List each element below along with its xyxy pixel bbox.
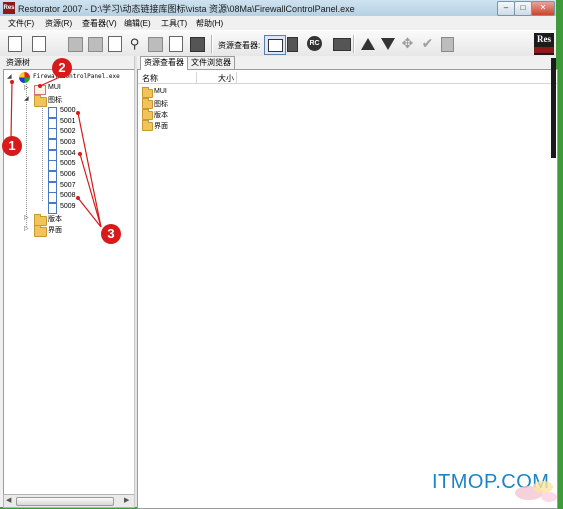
- scroll-right-icon[interactable]: ▶: [124, 496, 129, 504]
- tab-resource-viewer[interactable]: 资源查看器: [140, 56, 188, 70]
- tree-item-5000[interactable]: 5000: [60, 107, 76, 114]
- extract-icon[interactable]: [88, 37, 103, 52]
- scrollbar-thumb[interactable]: [16, 497, 114, 506]
- menu-viewer[interactable]: 查看器(V): [82, 18, 117, 29]
- watermark-decoration: [515, 481, 557, 502]
- minimize-button[interactable]: –: [497, 1, 515, 16]
- folder-icon: [142, 87, 153, 98]
- folder-icon: [142, 109, 153, 120]
- scroll-left-icon[interactable]: ◀: [6, 496, 11, 504]
- toolbar-separator: [353, 35, 355, 53]
- rc-icon[interactable]: RC: [307, 36, 322, 51]
- tab-file-browser[interactable]: 文件浏览器: [187, 56, 235, 69]
- move-up-icon[interactable]: [361, 38, 375, 50]
- menu-bar: 文件(F) 资源(R) 查看器(V) 编辑(E) 工具(T) 帮助(H): [0, 16, 556, 30]
- new-file-icon[interactable]: [8, 36, 22, 52]
- copy-icon[interactable]: [169, 36, 183, 52]
- tree-item-5005[interactable]: 5005: [60, 160, 76, 167]
- folder-icon: [34, 225, 47, 237]
- menu-file[interactable]: 文件(F): [8, 18, 34, 29]
- title-bar: Res Restorator 2007 - D:\学习\动态链接库图标\vist…: [0, 0, 556, 17]
- file-icon: [48, 107, 57, 118]
- search-icon[interactable]: ⚲: [127, 36, 142, 51]
- restorator-logo: Res: [534, 33, 554, 55]
- resource-list[interactable]: 名称 大小 MUI 图标 版本 界面: [137, 69, 558, 509]
- tree-item-5007[interactable]: 5007: [60, 182, 76, 189]
- toolbar-separator: [211, 35, 213, 53]
- tree-item-version[interactable]: 版本: [48, 214, 62, 224]
- close-button[interactable]: ✕: [531, 1, 555, 16]
- menu-resource[interactable]: 资源(R): [45, 18, 72, 29]
- folder-icon: [142, 98, 153, 109]
- tree-item-icons[interactable]: 图标: [48, 95, 62, 105]
- column-divider[interactable]: [196, 72, 197, 83]
- collapse-icon[interactable]: ◢: [7, 73, 12, 80]
- mui-icon: [34, 85, 46, 95]
- tree-horizontal-scrollbar[interactable]: ◀ ▶: [3, 494, 135, 508]
- tree-item-mui[interactable]: MUI: [48, 84, 61, 91]
- viewer-icon[interactable]: [264, 35, 286, 55]
- column-name[interactable]: 名称: [142, 73, 158, 84]
- tree-item-5006[interactable]: 5006: [60, 171, 76, 178]
- tree-item-5001[interactable]: 5001: [60, 118, 76, 125]
- expand-icon[interactable]: ▷: [24, 214, 29, 221]
- tab-bar: 资源查看器 文件浏览器: [137, 56, 556, 70]
- split-icon[interactable]: [287, 37, 298, 52]
- annotation-badge-3: 3: [101, 224, 121, 244]
- tree-item-5004[interactable]: 5004: [60, 150, 76, 157]
- tree-guide: [42, 106, 43, 202]
- tree-item-5008[interactable]: 5008: [60, 192, 76, 199]
- resource-tree-title: 资源树: [6, 58, 30, 67]
- list-header: 名称 大小: [138, 72, 557, 84]
- toolbar: ⚲ 资源查看器: RC ✥ ✔ Res: [0, 30, 556, 58]
- collapse-icon[interactable]: ◢: [24, 95, 29, 102]
- tree-item-5002[interactable]: 5002: [60, 128, 76, 135]
- navigate-icon[interactable]: ✥: [400, 36, 415, 51]
- folder-icon: [142, 120, 153, 131]
- desktop-edge: [551, 58, 556, 158]
- window-title: Restorator 2007 - D:\学习\动态链接库图标\vista 资源…: [18, 4, 355, 14]
- resource-tree[interactable]: ◢ FirewallControlPanel.exe ▷ MUI ◢ 图标 50…: [3, 69, 135, 495]
- file-icon: [48, 203, 57, 214]
- viewer-label: 资源查看器:: [218, 41, 261, 50]
- file-icon: [48, 160, 57, 171]
- column-size[interactable]: 大小: [218, 73, 234, 84]
- book-icon[interactable]: [190, 37, 205, 52]
- move-down-icon[interactable]: [381, 38, 395, 50]
- document-icon[interactable]: [441, 37, 454, 52]
- tree-item-ui[interactable]: 界面: [48, 225, 62, 235]
- file-icon: [48, 139, 57, 150]
- file-icon: [48, 192, 57, 203]
- exe-icon: [19, 72, 30, 83]
- column-divider[interactable]: [236, 72, 237, 83]
- binary-icon[interactable]: [333, 38, 351, 51]
- folder-icon: [34, 95, 47, 107]
- grab-icon[interactable]: [108, 36, 122, 52]
- tree-root[interactable]: FirewallControlPanel.exe: [33, 73, 120, 80]
- expand-icon[interactable]: ▷: [24, 84, 29, 91]
- menu-edit[interactable]: 编辑(E): [124, 18, 151, 29]
- apply-icon[interactable]: ✔: [420, 36, 435, 51]
- file-icon: [48, 171, 57, 182]
- annotation-badge-1: 1: [2, 136, 22, 156]
- maximize-button[interactable]: □: [514, 1, 532, 16]
- app-icon: Res: [3, 2, 15, 14]
- save-icon[interactable]: [68, 37, 83, 52]
- menu-help[interactable]: 帮助(H): [196, 18, 223, 29]
- paste-icon[interactable]: [148, 37, 163, 52]
- open-file-icon[interactable]: [32, 36, 46, 52]
- tree-item-5003[interactable]: 5003: [60, 139, 76, 146]
- expand-icon[interactable]: ▷: [24, 225, 29, 232]
- tree-item-5009[interactable]: 5009: [60, 203, 76, 210]
- menu-tools[interactable]: 工具(T): [161, 18, 187, 29]
- tree-guide: [26, 84, 27, 228]
- annotation-badge-2: 2: [52, 58, 72, 78]
- main-window: Res Restorator 2007 - D:\学习\动态链接库图标\vist…: [0, 0, 558, 509]
- file-icon: [48, 128, 57, 139]
